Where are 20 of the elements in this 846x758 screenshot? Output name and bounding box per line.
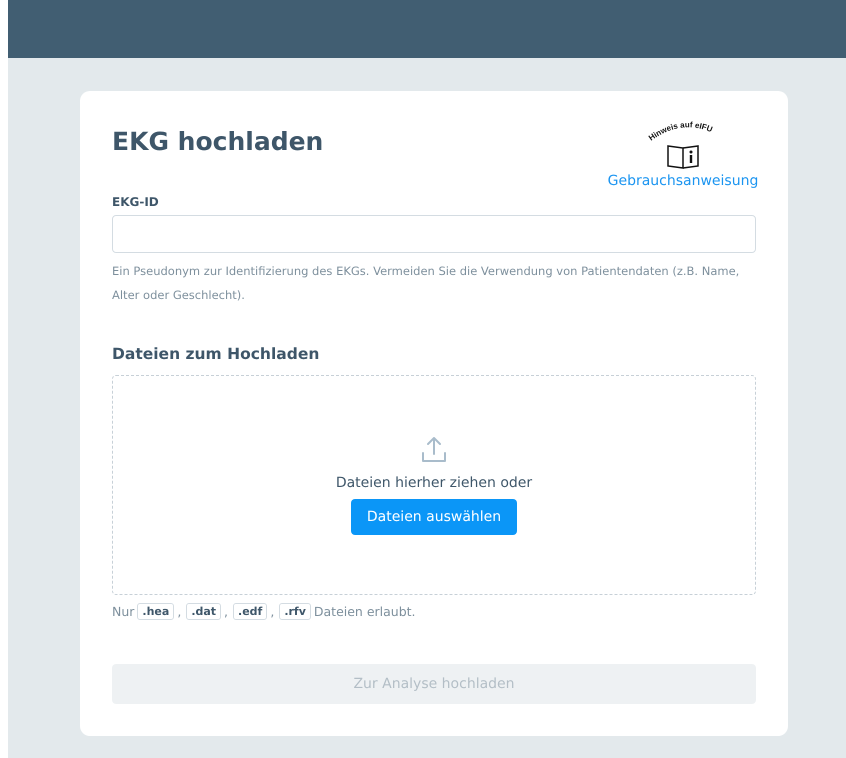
instructions-link[interactable]: Gebrauchsanweisung [608,173,758,189]
comma: , [270,604,274,619]
book-info-icon [667,145,699,169]
section-heading: Dateien zum Hochladen [112,345,320,363]
page-title: EKG hochladen [112,127,324,156]
comma: , [224,604,228,619]
input-field[interactable] [112,215,756,253]
allowed-suffix: Dateien erlaubt. [314,604,416,619]
field-label: EKG-ID [112,195,160,209]
choose-files-button[interactable]: Dateien auswählen [350,499,518,535]
file-extension: .rfv [279,603,311,620]
drop-text: Dateien hierher ziehen oder [336,475,532,491]
upload-icon [419,435,449,465]
file-extension: .dat [186,603,222,620]
help-text: Ein Pseudonym zur Identifizierung des EKGs. Vermeiden Sie die Verwendung von Patientendaten (z.B. Name, Alter oder Geschlecht). [112,263,740,304]
file-extension: .hea [137,603,174,620]
allowed-prefix: Nur [112,604,134,619]
comma: , [177,604,182,619]
file-extension: .edf [233,603,268,620]
drop-zone[interactable]: Dateien hierher ziehen oder Dateien auswählen [112,375,756,595]
